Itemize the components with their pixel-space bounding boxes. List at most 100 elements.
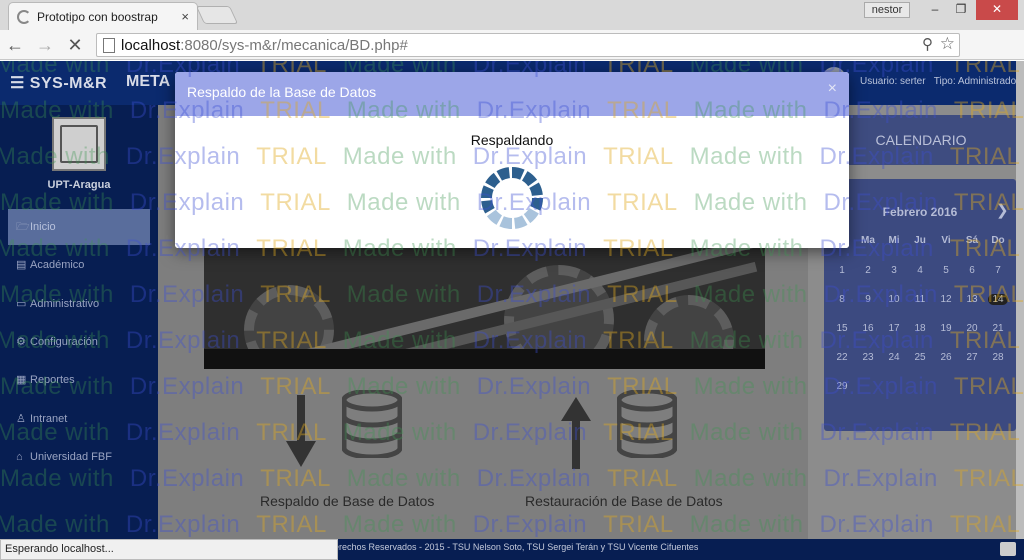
stop-loading-icon[interactable]: ✕ — [64, 34, 86, 56]
book-icon: ▤ — [16, 259, 27, 271]
calendar-day[interactable]: 13 — [962, 294, 982, 305]
calendar-day[interactable]: 21 — [988, 323, 1008, 334]
spinner-segment — [512, 167, 525, 180]
user-info: Usuario: serter Tipo: Administrador — [860, 76, 1020, 87]
tab-close-icon[interactable]: × — [181, 9, 189, 24]
page-scrollbar[interactable] — [1016, 61, 1024, 539]
calendar-day[interactable]: 8 — [832, 294, 852, 305]
calendar-day[interactable]: 29 — [832, 381, 852, 392]
university-name: UPT-Aragua — [47, 179, 111, 191]
cogs-icon: ⚙ — [16, 336, 26, 348]
calendar-weekday: Ju — [914, 235, 926, 246]
calendar-day[interactable]: 3 — [884, 265, 904, 276]
back-arrow-icon[interactable]: ← — [4, 34, 26, 56]
profile-button[interactable]: nestor — [864, 2, 910, 18]
spinner-segment — [522, 171, 538, 187]
database-restore-icon[interactable] — [617, 390, 677, 458]
sidebar-item-label: Reportes — [30, 374, 75, 386]
database-backup-icon[interactable] — [342, 390, 402, 458]
next-month-icon[interactable]: ❯ — [996, 201, 1009, 219]
page-icon — [103, 38, 115, 53]
calendar-day[interactable]: 12 — [936, 294, 956, 305]
calendar-day[interactable]: 19 — [936, 323, 956, 334]
restore-caption[interactable]: Restauración de Base de Datos — [525, 493, 723, 509]
window-close-button[interactable]: ✕ — [976, 0, 1018, 20]
sidebar-item-inicio[interactable]: 🗁Inicio — [8, 209, 150, 245]
sidebar-item-administrativo[interactable]: ▭ Administrativo — [8, 286, 150, 322]
sidebar-item-label: Administrativo — [30, 298, 100, 310]
calendar-day[interactable]: 4 — [910, 265, 930, 276]
tab-title: Prototipo con boostrap — [37, 9, 158, 24]
calendar-weekday: Sá — [965, 235, 979, 246]
role-label: Tipo: Administrador — [933, 76, 1020, 87]
browser-tab[interactable]: Prototipo con boostrap × — [8, 2, 198, 30]
calendar-weekday: Mi — [888, 235, 900, 246]
browser-tab-bar: Prototipo con boostrap × nestor – ❐ ✕ — [0, 0, 1024, 30]
calendar-weekday: Ma — [861, 235, 875, 246]
modal-header: Respaldo de la Base de Datos × — [175, 72, 849, 116]
loading-spinner-icon — [481, 167, 543, 229]
brand-title[interactable]: ☰ SYS-M&R — [10, 73, 107, 93]
sidebar-item-label: Configuración — [30, 336, 98, 348]
calendar-day[interactable]: 17 — [884, 323, 904, 334]
calendar-day[interactable]: 2 — [858, 265, 878, 276]
modal-close-icon[interactable]: × — [828, 72, 837, 106]
spinner-segment — [481, 200, 495, 214]
calendar-day[interactable]: 25 — [910, 352, 930, 363]
browser-status-bar: Esperando localhost... — [0, 539, 338, 560]
calendar-day[interactable]: 7 — [988, 265, 1008, 276]
brand-subtitle: META — [126, 73, 171, 90]
calendar-day[interactable]: 26 — [936, 352, 956, 363]
university-logo — [52, 117, 106, 171]
user-label: Usuario: serter — [860, 76, 926, 87]
modal-title: Respaldo de la Base de Datos — [187, 84, 377, 100]
calendar-day[interactable]: 27 — [962, 352, 982, 363]
calendar-day[interactable]: 23 — [858, 352, 878, 363]
bookmark-star-icon[interactable]: ☆ — [940, 34, 955, 54]
download-arrow-icon[interactable] — [286, 395, 316, 467]
maximize-button[interactable]: ❐ — [946, 0, 976, 20]
hamburger-menu-icon[interactable]: ☰ — [10, 75, 25, 92]
calendar-weekday: Do — [991, 235, 1005, 246]
calendar-day[interactable]: 24 — [884, 352, 904, 363]
calendar-widget: ❮ Febrero 2016 ❯ LuMaMiJuViSáDo123456789… — [824, 179, 1016, 431]
calendar-day[interactable]: 11 — [910, 294, 930, 305]
calendar-day[interactable]: 1 — [832, 265, 852, 276]
calendar-day[interactable]: 6 — [962, 265, 982, 276]
calendar-day[interactable]: 18 — [910, 323, 930, 334]
calendar-day[interactable]: 20 — [962, 323, 982, 334]
calendar-title: CALENDARIO — [826, 115, 1016, 165]
forward-arrow-icon[interactable]: → — [34, 34, 56, 56]
spinner-segment — [496, 167, 510, 181]
calendar-day[interactable]: 16 — [858, 323, 878, 334]
sidebar-item-reportes[interactable]: ▦ Reportes — [8, 362, 150, 398]
spinner-segment — [523, 208, 539, 224]
hero-gears-image — [204, 245, 765, 369]
document-icon: ▦ — [16, 374, 27, 386]
folder-open-icon: 🗁 — [16, 221, 30, 233]
calendar-day[interactable]: 22 — [832, 352, 852, 363]
institution-icon: ⌂ — [16, 451, 23, 463]
sidebar-item-intranet[interactable]: ♙ Intranet — [8, 401, 150, 437]
sidebar-item-configuraci-n[interactable]: ⚙ Configuración — [8, 324, 150, 360]
calendar-day[interactable]: 5 — [936, 265, 956, 276]
calendar-day[interactable]: 15 — [832, 323, 852, 334]
monitor-icon: ▭ — [16, 298, 27, 310]
zoom-icon[interactable]: ⚲ — [922, 35, 933, 53]
sidebar-item-acad-mico[interactable]: ▤ Académico — [8, 247, 150, 283]
calendar-day[interactable]: 9 — [858, 294, 878, 305]
backup-caption[interactable]: Respaldo de Base de Datos — [260, 493, 434, 509]
sidebar-item-universidad-fbf[interactable]: ⌂ Universidad FBF — [8, 439, 150, 475]
spinner-segment — [499, 216, 512, 229]
address-bar[interactable]: localhost:8080/sys-m&r/mecanica/BD.php# … — [96, 33, 960, 57]
upload-arrow-icon[interactable] — [561, 397, 591, 469]
spinner-segment — [485, 172, 501, 188]
modal-body: Respaldando — [175, 116, 849, 248]
calendar-day[interactable]: 28 — [988, 352, 1008, 363]
url-text: localhost:8080/sys-m&r/mecanica/BD.php# — [121, 37, 408, 54]
sidebar: UPT-Aragua 🗁Inicio ▤ Académico ▭ Administrat… — [0, 105, 158, 539]
calendar-day[interactable]: 10 — [884, 294, 904, 305]
scroll-top-button[interactable] — [1000, 542, 1016, 556]
calendar-today[interactable]: 14 — [988, 294, 1008, 305]
new-tab-button[interactable] — [195, 6, 239, 24]
